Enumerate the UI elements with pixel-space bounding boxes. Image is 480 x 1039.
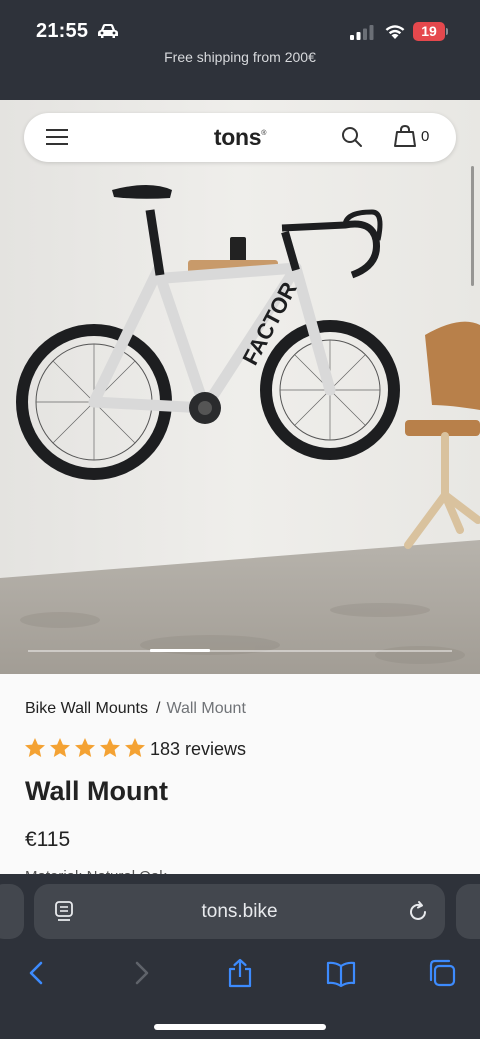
search-icon[interactable] [340, 125, 364, 149]
previous-tab[interactable] [0, 884, 24, 939]
wifi-icon [385, 25, 405, 39]
menu-icon[interactable] [46, 127, 68, 147]
page-scrollbar[interactable] [471, 166, 474, 286]
browser-toolbar: tons.bike [0, 874, 480, 1039]
url-text[interactable]: tons.bike [34, 901, 445, 923]
announcement-bar: Free shipping from 200€ [0, 52, 480, 68]
cart-count[interactable]: 0 [421, 128, 429, 145]
address-bar[interactable]: tons.bike [34, 884, 445, 939]
site-logo[interactable]: tons® [200, 124, 280, 151]
status-bar: 21:55 19 [0, 0, 480, 60]
logo-text: tons [213, 124, 262, 150]
breadcrumb: Bike Wall Mounts / Wall Mount [25, 700, 246, 718]
review-count[interactable]: 183 reviews [150, 739, 246, 760]
reload-icon[interactable] [406, 900, 430, 924]
product-hero-image[interactable]: FACTOR [0, 100, 480, 674]
breadcrumb-link[interactable]: Bike Wall Mounts [25, 700, 148, 717]
site-header: tons® 0 [24, 113, 456, 162]
car-icon [98, 24, 118, 38]
breadcrumb-current: Wall Mount [166, 700, 246, 717]
tabs-icon[interactable] [427, 958, 457, 988]
bookmarks-icon[interactable] [326, 958, 356, 988]
announcement-text: Free shipping from 200€ [164, 52, 316, 65]
back-icon[interactable] [22, 958, 52, 988]
forward-icon[interactable] [126, 958, 156, 988]
status-time: 21:55 [36, 20, 89, 42]
next-tab[interactable] [456, 884, 480, 939]
breadcrumb-separator: / [156, 700, 161, 717]
product-title: Wall Mount [25, 776, 168, 806]
bike-photo: FACTOR [0, 100, 480, 674]
product-info: Bike Wall Mounts / Wall Mount 183 reviews … [0, 674, 480, 884]
product-price: €115 [25, 828, 71, 851]
battery-tip [446, 28, 448, 35]
share-icon[interactable] [225, 958, 255, 988]
logo-mark: ® [261, 130, 267, 137]
shopping-bag-icon[interactable] [394, 124, 416, 148]
battery-icon: 19 [413, 22, 445, 41]
star-rating-icon [25, 738, 145, 757]
home-indicator[interactable] [154, 1024, 326, 1030]
signal-icon [350, 25, 374, 40]
